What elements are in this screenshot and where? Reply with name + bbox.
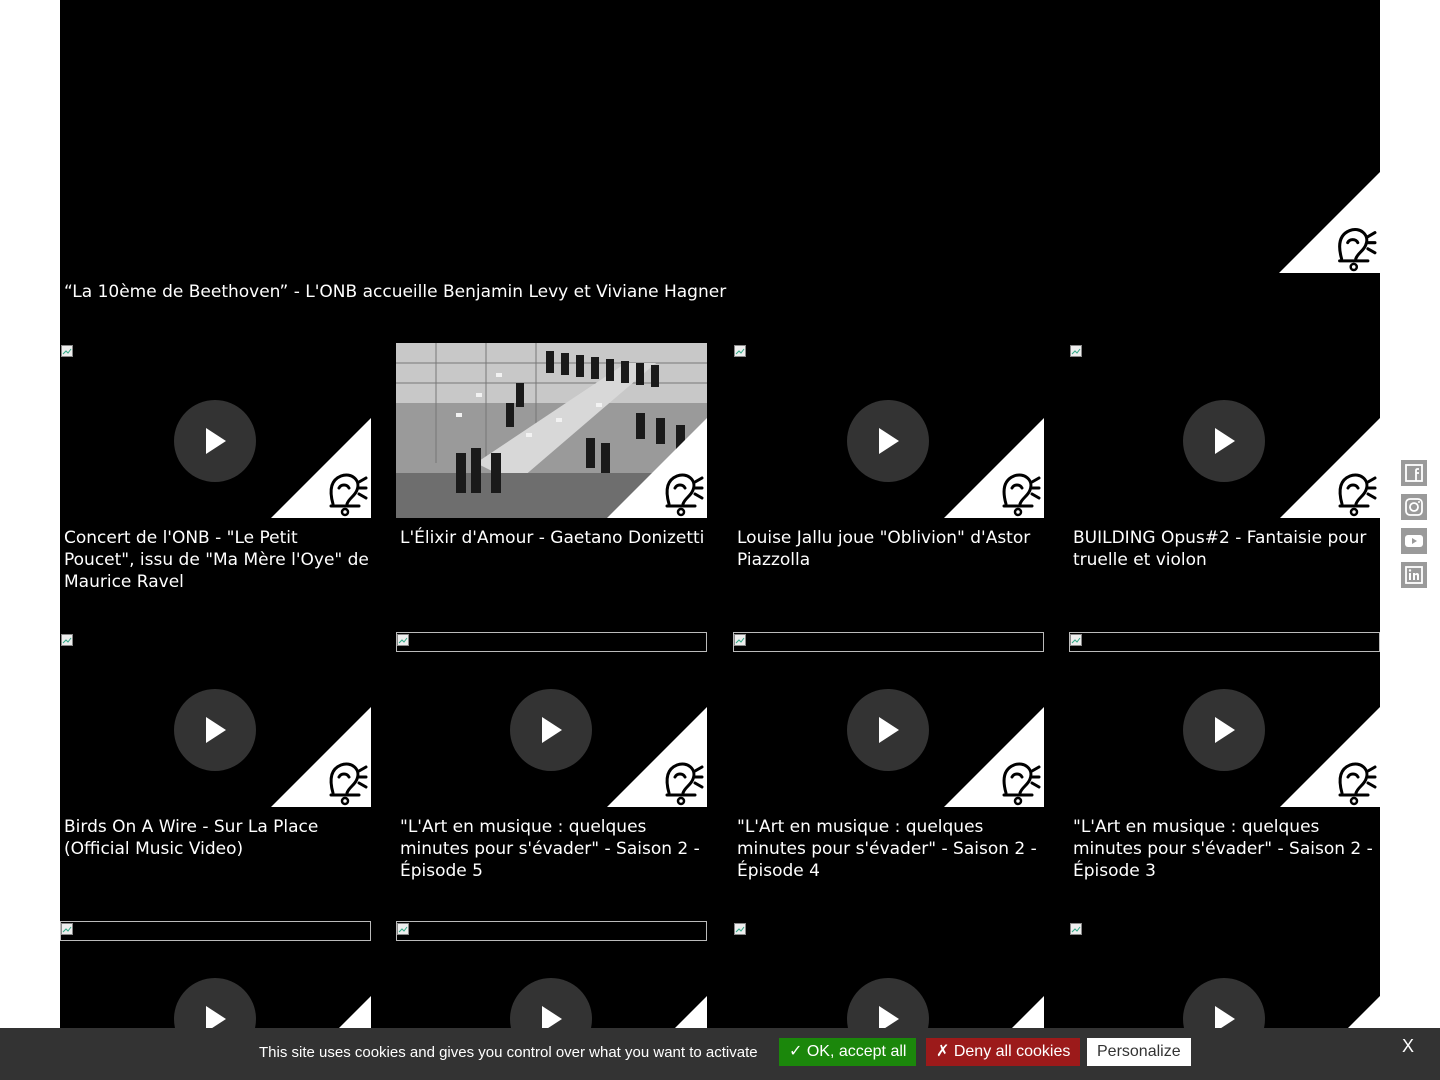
play-icon xyxy=(206,428,226,454)
play-button[interactable] xyxy=(1183,689,1265,771)
broken-image-icon xyxy=(1070,923,1082,935)
video-thumbnail[interactable] xyxy=(1069,632,1380,807)
facebook-link[interactable] xyxy=(1401,460,1427,486)
audio-description-icon xyxy=(607,707,707,807)
audio-description-icon xyxy=(271,707,371,807)
broken-image-icon xyxy=(61,634,73,646)
image-placeholder-frame xyxy=(396,632,707,652)
play-icon xyxy=(879,717,899,743)
video-thumbnail[interactable] xyxy=(733,343,1044,518)
broken-image-icon xyxy=(734,345,746,357)
broken-image-icon xyxy=(734,923,746,935)
audio-description-icon xyxy=(1279,172,1380,273)
deny-all-button[interactable]: ✗ Deny all cookies xyxy=(926,1038,1081,1066)
audio-description-icon xyxy=(1280,418,1380,518)
audio-description-icon xyxy=(944,707,1044,807)
broken-image-icon xyxy=(734,634,746,646)
play-button[interactable] xyxy=(847,689,929,771)
video-title[interactable]: Concert de l'ONB - "Le Petit Poucet", is… xyxy=(64,527,370,593)
video-thumbnail[interactable] xyxy=(396,632,707,807)
youtube-link[interactable] xyxy=(1401,528,1427,554)
personalize-button[interactable]: Personalize xyxy=(1087,1038,1191,1066)
play-button[interactable] xyxy=(510,689,592,771)
hero-video[interactable] xyxy=(60,0,1380,273)
play-icon xyxy=(542,717,562,743)
broken-image-icon xyxy=(1070,634,1082,646)
image-placeholder-frame xyxy=(733,632,1044,652)
accept-all-button[interactable]: ✓ OK, accept all xyxy=(779,1038,917,1066)
video-title[interactable]: "L'Art en musique : quelques minutes pou… xyxy=(737,816,1043,882)
close-cookie-button[interactable]: X xyxy=(1402,1036,1414,1057)
hero-video-title[interactable]: “La 10ème de Beethoven” - L'ONB accueill… xyxy=(64,282,726,302)
video-title[interactable]: L'Élixir d'Amour - Gaetano Donizetti xyxy=(400,527,706,549)
video-title[interactable]: "L'Art en musique : quelques minutes pou… xyxy=(1073,816,1379,882)
video-thumbnail[interactable] xyxy=(733,632,1044,807)
cookie-message: This site uses cookies and gives you con… xyxy=(259,1044,758,1061)
video-title[interactable]: Louise Jallu joue "Oblivion" d'Astor Pia… xyxy=(737,527,1043,571)
play-icon xyxy=(879,428,899,454)
play-button[interactable] xyxy=(174,689,256,771)
cookie-banner: This site uses cookies and gives you con… xyxy=(0,1028,1440,1080)
video-thumbnail[interactable] xyxy=(396,343,707,518)
play-icon xyxy=(1215,717,1235,743)
linkedin-icon xyxy=(1405,566,1423,584)
image-placeholder-frame xyxy=(1069,632,1380,652)
audio-description-icon xyxy=(271,418,371,518)
image-placeholder-frame xyxy=(396,921,707,941)
video-title[interactable]: BUILDING Opus#2 - Fantaisie pour truelle… xyxy=(1073,527,1379,571)
video-thumbnail[interactable] xyxy=(60,632,371,807)
youtube-icon xyxy=(1405,535,1423,547)
broken-image-icon xyxy=(397,634,409,646)
play-button[interactable] xyxy=(1183,400,1265,482)
facebook-icon xyxy=(1405,464,1423,482)
audio-description-icon xyxy=(944,418,1044,518)
instagram-icon xyxy=(1405,498,1423,516)
play-icon xyxy=(206,717,226,743)
linkedin-link[interactable] xyxy=(1401,562,1427,588)
broken-image-icon xyxy=(61,345,73,357)
video-gallery: “La 10ème de Beethoven” - L'ONB accueill… xyxy=(60,0,1380,1080)
broken-image-icon xyxy=(1070,345,1082,357)
play-button[interactable] xyxy=(174,400,256,482)
instagram-link[interactable] xyxy=(1401,494,1427,520)
video-title[interactable]: "L'Art en musique : quelques minutes pou… xyxy=(400,816,706,882)
video-title[interactable]: Birds On A Wire - Sur La Place (Official… xyxy=(64,816,370,860)
audio-description-icon xyxy=(1280,707,1380,807)
broken-image-icon xyxy=(397,923,409,935)
video-thumbnail[interactable] xyxy=(60,343,371,518)
video-thumbnail[interactable] xyxy=(1069,343,1380,518)
image-placeholder-frame xyxy=(60,921,371,941)
broken-image-icon xyxy=(61,923,73,935)
play-button[interactable] xyxy=(847,400,929,482)
play-icon xyxy=(1215,428,1235,454)
audio-description-icon xyxy=(607,418,707,518)
